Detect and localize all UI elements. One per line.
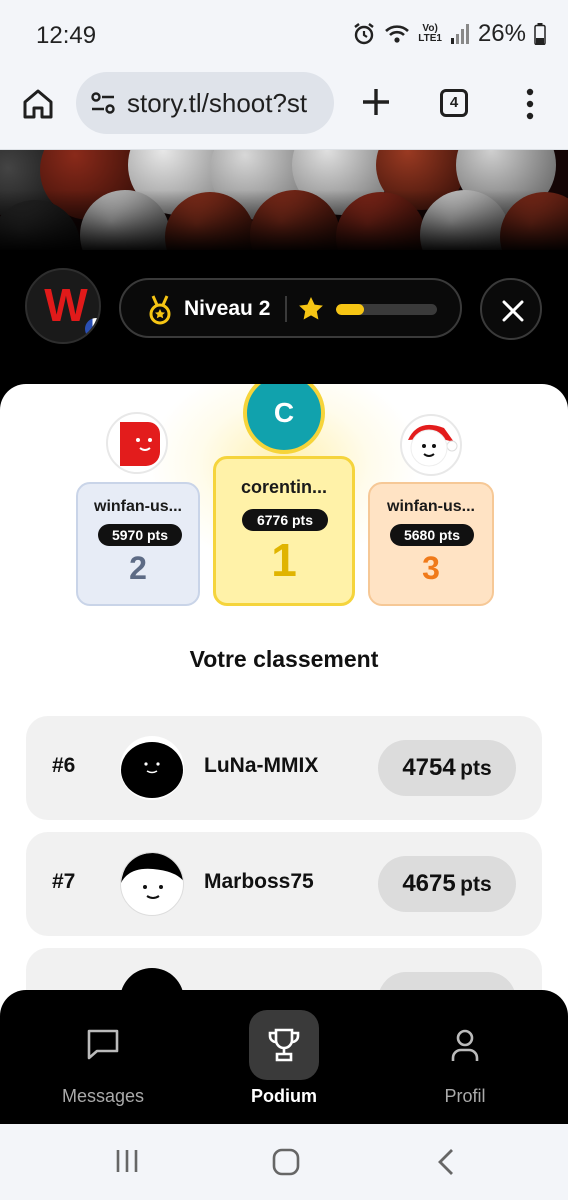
close-icon	[502, 300, 524, 322]
level-progress-bar	[336, 304, 437, 315]
brand-logo[interactable]: W	[25, 268, 101, 344]
status-time: 12:49	[36, 22, 97, 49]
rank-points: 4675	[402, 870, 456, 897]
podium-3-points: 5680 pts	[390, 524, 474, 546]
star-icon	[299, 297, 323, 320]
podium-1-name: corentin...	[240, 477, 327, 497]
podium-2-points: 5970 pts	[98, 524, 182, 546]
medal-icon	[149, 295, 171, 325]
more-menu-icon[interactable]	[520, 86, 540, 122]
podium-3-card[interactable]: winfan-us... 5680 pts 3	[368, 482, 494, 606]
chat-bubble-icon	[87, 1029, 119, 1060]
trophy-icon	[268, 1028, 300, 1062]
black-face-avatar-icon	[121, 742, 183, 798]
alarm-icon	[354, 23, 374, 45]
close-button[interactable]	[480, 278, 542, 340]
avatar[interactable]	[120, 852, 184, 916]
table-row[interactable]: #7 Marboss75 4675 pts	[26, 832, 542, 936]
wifi-icon	[385, 25, 410, 43]
rank-position: #6	[52, 754, 76, 777]
nav-profil[interactable]: Profil	[395, 1008, 535, 1118]
rank-position: #7	[52, 870, 76, 893]
ranking-section-title: Votre classement	[189, 646, 379, 672]
hair-face-avatar-icon	[121, 853, 183, 899]
nav-messages[interactable]: Messages	[33, 1008, 173, 1118]
bottom-navigation: Messages Podium Profil	[0, 990, 568, 1125]
nav-messages-icon-wrap	[68, 1010, 138, 1080]
system-home-icon[interactable]	[272, 1148, 300, 1176]
network-lte: LTE1	[418, 33, 442, 44]
url-text: story.tl/shoot?st	[127, 88, 308, 118]
podium-1-card[interactable]: corentin... 6776 pts 1	[213, 456, 355, 606]
browser-toolbar: story.tl/shoot?st 4	[0, 70, 568, 150]
santa-face-avatar-icon	[408, 424, 458, 467]
battery-icon	[534, 23, 546, 45]
recent-apps-icon[interactable]	[114, 1148, 140, 1174]
battery-percent: 26%	[477, 20, 526, 47]
nav-podium-label: Podium	[251, 1086, 317, 1106]
hero-banner	[0, 150, 568, 250]
avatar[interactable]	[120, 736, 184, 800]
system-back-icon[interactable]	[434, 1148, 458, 1176]
site-settings-icon[interactable]	[90, 91, 116, 115]
signal-icon	[450, 24, 469, 44]
user-icon	[451, 1029, 479, 1061]
rank-points-pill: 4675 pts	[378, 856, 516, 912]
level-indicator[interactable]: Niveau 2	[119, 278, 462, 338]
system-navigation-bar	[0, 1124, 568, 1200]
address-bar[interactable]: story.tl/shoot?st	[76, 72, 334, 134]
rank-username: LuNa-MMIX	[204, 754, 319, 777]
new-tab-icon[interactable]	[360, 86, 392, 118]
network-label: Vo) LTE1	[418, 24, 442, 44]
hero-fade	[0, 150, 568, 250]
level-label: Niveau 2	[184, 297, 271, 320]
rank-points-unit: pts	[460, 873, 492, 896]
home-icon[interactable]	[20, 86, 56, 122]
podium-1-rank: 1	[271, 534, 297, 586]
nav-profil-label: Profil	[444, 1086, 486, 1106]
podium-1-initial: C	[273, 397, 295, 428]
podium-2-name: winfan-us...	[94, 498, 182, 515]
podium-3-avatar[interactable]	[400, 414, 462, 476]
podium-3-rank: 3	[422, 550, 440, 586]
nav-podium[interactable]: Podium	[214, 1008, 354, 1118]
podium-1-points: 6776 pts	[242, 509, 328, 531]
status-icons: Vo) LTE1 26%	[352, 20, 546, 48]
rank-points: 4754	[402, 754, 456, 781]
rank-points-pill: 4754 pts	[378, 740, 516, 796]
podium-2-avatar[interactable]	[106, 412, 168, 474]
red-face-avatar-icon	[120, 422, 160, 466]
rank-points-unit: pts	[460, 757, 492, 780]
podium-2-rank: 2	[129, 550, 147, 586]
table-row[interactable]: #6 LuNa-MMIX 4754 pts	[26, 716, 542, 820]
nav-messages-label: Messages	[61, 1086, 145, 1106]
rank-username: Marboss75	[204, 870, 314, 893]
nav-podium-icon-wrap	[249, 1010, 319, 1080]
flag-icon	[85, 318, 99, 340]
status-bar: 12:49 Vo) LTE1 26%	[0, 0, 568, 70]
podium-3-name: winfan-us...	[387, 498, 475, 515]
podium-2-card[interactable]: winfan-us... 5970 pts 2	[76, 482, 200, 606]
level-progress-fill	[336, 304, 365, 315]
nav-profil-icon-wrap	[430, 1010, 500, 1080]
tab-switcher-button[interactable]: 4	[440, 89, 468, 117]
level-divider	[285, 296, 287, 322]
